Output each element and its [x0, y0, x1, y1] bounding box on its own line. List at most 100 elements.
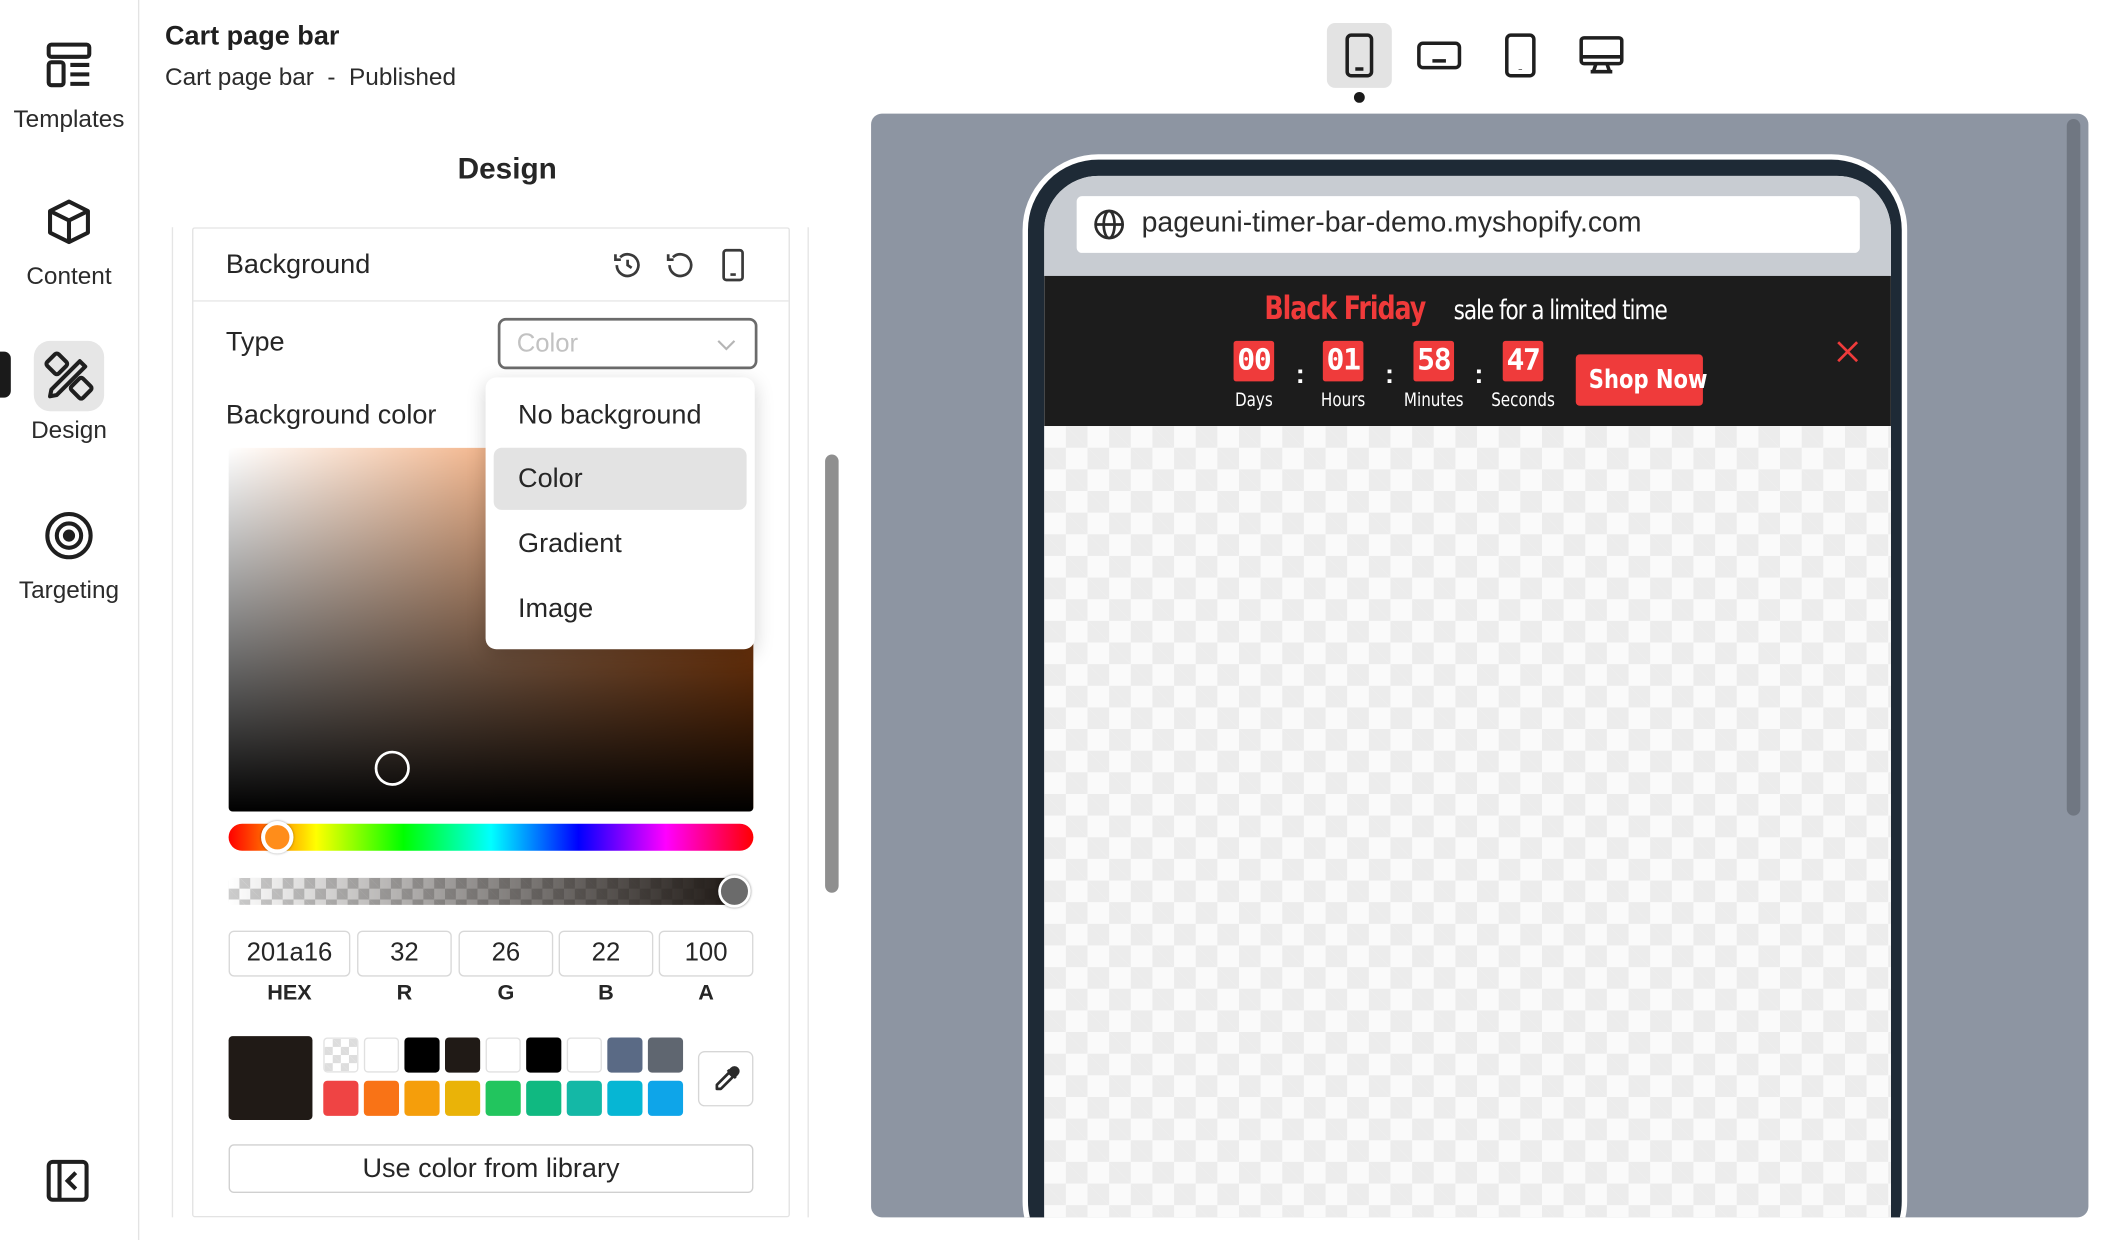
alpha-handle[interactable]	[718, 875, 751, 908]
history-button[interactable]	[610, 248, 645, 283]
blue-label: B	[598, 981, 614, 1005]
color-swatch[interactable]	[526, 1037, 562, 1073]
phone-frame: pageuni-timer-bar-demo.myshopify.com Bla…	[1022, 154, 1908, 1218]
alpha-slider[interactable]	[228, 875, 751, 908]
hue-handle[interactable]	[261, 821, 294, 854]
globe-icon	[1094, 209, 1125, 240]
collapse-sidebar-button[interactable]	[45, 1158, 91, 1204]
device-specific-toggle[interactable]	[716, 248, 751, 283]
saturation-handle[interactable]	[374, 750, 410, 786]
nav-item-templates[interactable]: Templates	[0, 30, 138, 134]
address-bar: pageuni-timer-bar-demo.myshopify.com	[1076, 196, 1860, 253]
timer-separator: :	[1385, 359, 1395, 390]
preview-scrollbar[interactable]	[2066, 119, 2081, 816]
eyedropper-icon	[714, 1065, 739, 1090]
hue-slider[interactable]	[228, 821, 754, 854]
color-swatch[interactable]	[566, 1080, 602, 1116]
color-swatch[interactable]	[404, 1037, 440, 1073]
phone-screen: pageuni-timer-bar-demo.myshopify.com Bla…	[1044, 175, 1891, 1218]
close-icon[interactable]	[1833, 337, 1863, 367]
timer-hours-value: 01	[1322, 340, 1364, 382]
hex-input[interactable]: 201a16	[228, 930, 351, 977]
settings-scroll-area: Background Type Color Background color 2…	[171, 227, 809, 1218]
color-swatch[interactable]	[323, 1080, 359, 1116]
history-icon	[614, 252, 640, 278]
transparent-page-area	[1044, 426, 1891, 1218]
design-tools-icon	[33, 340, 105, 412]
blue-input[interactable]: 22	[558, 930, 654, 977]
color-swatch[interactable]	[485, 1080, 521, 1116]
timer-seconds-label: Seconds	[1491, 389, 1555, 412]
tablet-portrait-icon	[1505, 33, 1536, 78]
color-swatch[interactable]	[647, 1037, 684, 1073]
card-header: Background	[193, 229, 789, 302]
document-title: Cart page bar	[165, 21, 340, 52]
color-swatch[interactable]	[607, 1037, 643, 1073]
option-no-background[interactable]: No background	[494, 384, 747, 446]
use-library-color-button[interactable]: Use color from library	[228, 1144, 754, 1193]
nav-item-content[interactable]: Content	[0, 187, 138, 291]
red-label: R	[396, 981, 413, 1005]
reset-button[interactable]	[663, 248, 698, 283]
url-text: pageuni-timer-bar-demo.myshopify.com	[1141, 206, 1642, 239]
option-gradient[interactable]: Gradient	[494, 513, 747, 575]
reset-icon	[666, 252, 693, 278]
red-input[interactable]: 32	[357, 930, 452, 977]
color-swatch[interactable]	[363, 1037, 400, 1073]
color-swatch[interactable]	[607, 1080, 643, 1116]
timer-hours-label: Hours	[1320, 389, 1366, 412]
nav-label-design: Design	[31, 416, 107, 444]
color-swatch[interactable]	[445, 1080, 481, 1116]
shop-now-button[interactable]: Shop Now	[1575, 354, 1707, 406]
color-swatch[interactable]	[445, 1037, 481, 1073]
color-swatch[interactable]	[526, 1080, 562, 1116]
device-tablet-portrait-button[interactable]	[1488, 23, 1553, 88]
option-color[interactable]: Color	[493, 447, 747, 510]
headline-accent: Black Friday	[1264, 289, 1426, 328]
active-device-dot	[1353, 91, 1365, 103]
device-mobile-button[interactable]	[1326, 22, 1392, 88]
nav-item-design[interactable]: Design	[0, 340, 138, 445]
type-label: Type	[225, 327, 285, 358]
cube-icon	[34, 187, 104, 257]
timer-days-value: 00	[1233, 340, 1275, 382]
device-desktop-button[interactable]	[1569, 23, 1634, 88]
collapse-sidebar-icon	[46, 1159, 89, 1202]
alpha-label: A	[698, 981, 714, 1005]
eyedropper-button[interactable]	[697, 1050, 754, 1107]
current-color-swatch	[228, 1036, 313, 1120]
panel-scrollbar[interactable]	[825, 454, 839, 893]
type-select-value: Color	[516, 330, 579, 359]
nav-label-content: Content	[26, 262, 112, 290]
templates-icon	[34, 30, 104, 100]
color-swatch[interactable]	[323, 1037, 359, 1073]
background-color-label: Background color	[225, 400, 437, 431]
color-swatch[interactable]	[363, 1080, 400, 1116]
nav-item-targeting[interactable]: Targeting	[0, 500, 138, 604]
green-input[interactable]: 26	[458, 930, 554, 977]
chevron-down-icon	[717, 340, 736, 351]
color-swatch[interactable]	[485, 1037, 521, 1073]
browser-bar: pageuni-timer-bar-demo.myshopify.com	[1044, 175, 1891, 276]
device-tablet-landscape-button[interactable]	[1407, 23, 1472, 88]
countdown-bar: Black Friday sale for a limited time 00 …	[1044, 275, 1891, 427]
color-swatch[interactable]	[647, 1080, 684, 1116]
document-status: Cart page bar - Published	[165, 63, 456, 91]
hex-label: HEX	[267, 981, 312, 1005]
color-swatch[interactable]	[566, 1037, 602, 1073]
timer-days-label: Days	[1234, 389, 1273, 412]
background-settings-card: Background Type Color Background color 2…	[192, 227, 790, 1218]
card-title: Background	[225, 250, 371, 280]
color-swatch[interactable]	[404, 1080, 440, 1116]
alpha-input[interactable]: 100	[658, 930, 754, 977]
headline-rest: sale for a limited time	[1453, 293, 1668, 326]
option-image[interactable]: Image	[494, 578, 747, 640]
section-title: Design	[457, 151, 557, 186]
tablet-landscape-icon	[1417, 41, 1462, 70]
timer-separator: :	[1474, 359, 1484, 390]
timer-minutes-value: 58	[1413, 340, 1455, 382]
type-select[interactable]: Color	[497, 317, 758, 370]
phone-icon	[722, 248, 744, 282]
desktop-icon	[1579, 36, 1624, 74]
preview-canvas: pageuni-timer-bar-demo.myshopify.com Bla…	[871, 113, 2089, 1218]
